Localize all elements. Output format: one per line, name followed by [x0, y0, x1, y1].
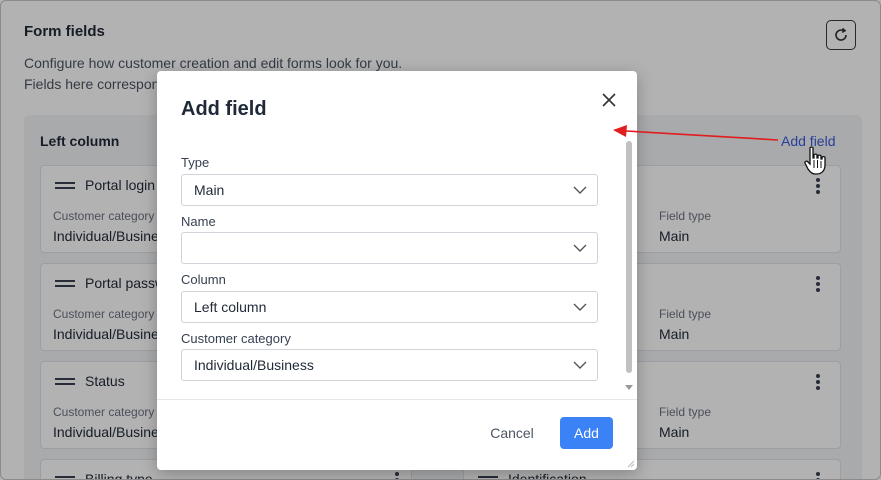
annotation-arrow	[613, 125, 779, 141]
hand-pointer-icon	[804, 146, 826, 175]
